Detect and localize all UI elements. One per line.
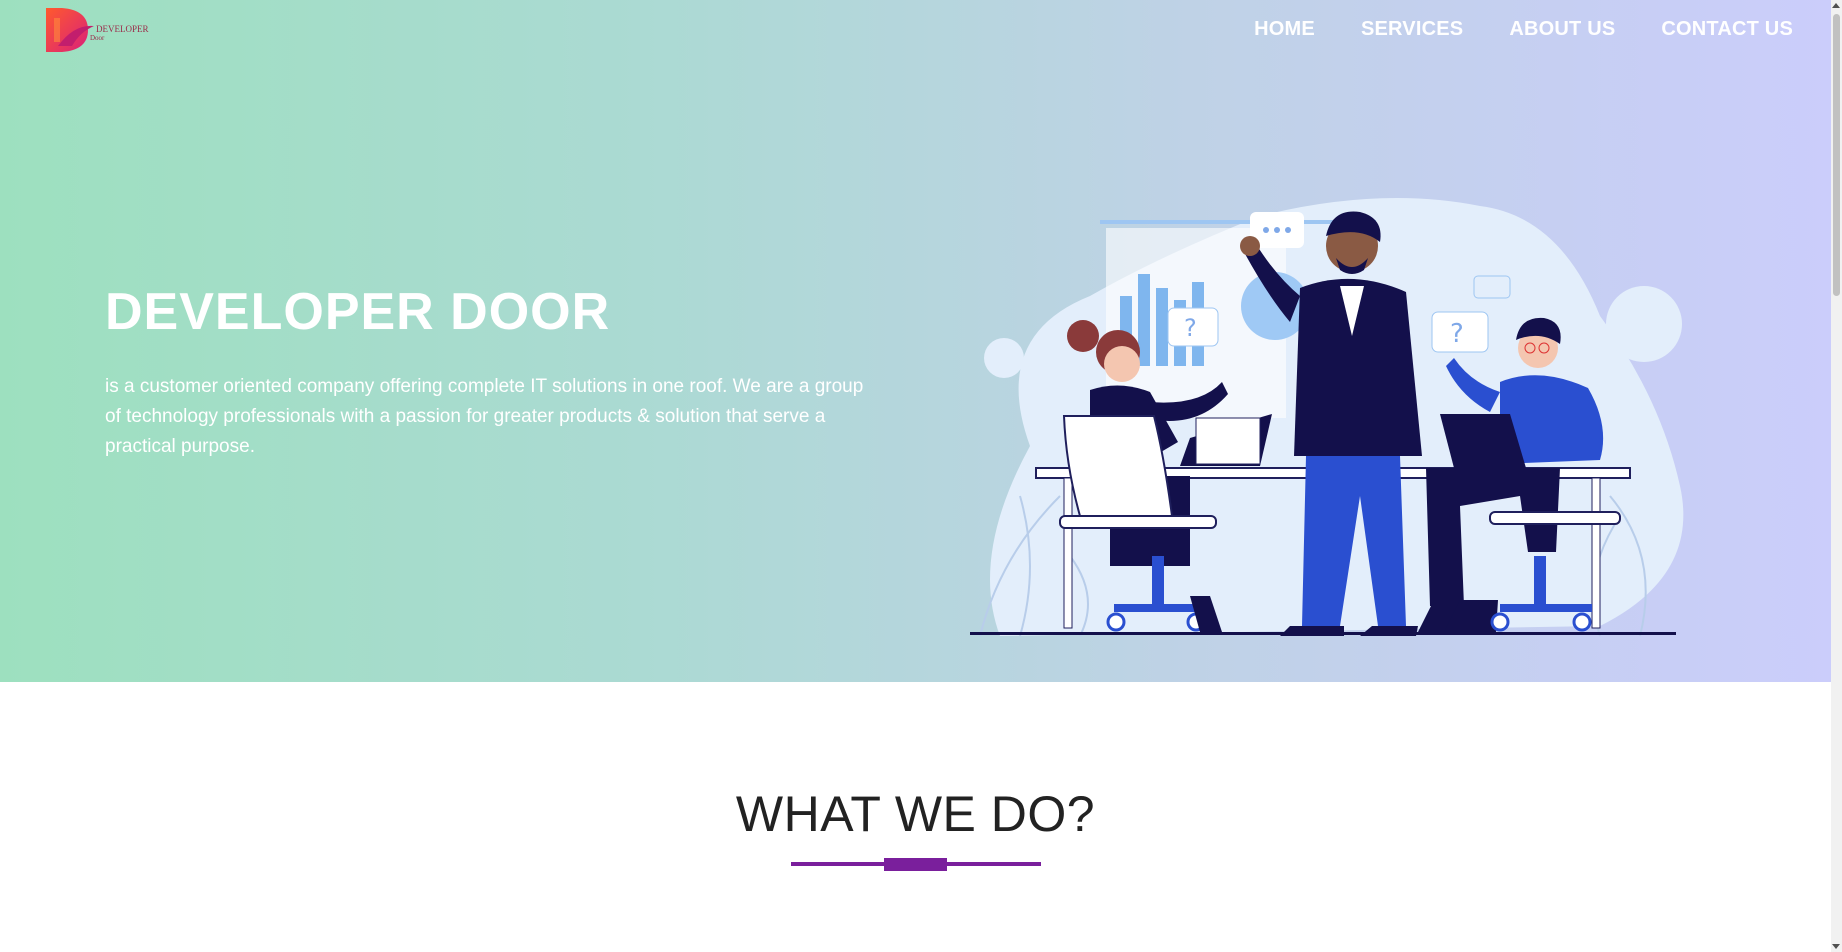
svg-text:?: ? [1450,319,1464,349]
team-meeting-illustration-icon: ? ? [970,198,1684,637]
nav-home[interactable]: HOME [1254,18,1315,41]
hero-description: is a customer oriented company offering … [105,376,864,457]
logo-line1: DEVELOPER [96,24,149,34]
hero-title: DEVELOPER DOOR [105,283,611,341]
hero-section: DEVELOPER Door HOME SERVICES ABOUT US CO… [0,0,1831,682]
nav-services[interactable]: SERVICES [1361,18,1463,41]
nav-about-us[interactable]: ABOUT US [1509,18,1615,41]
section-title-underline-accent [884,858,947,871]
scroll-down-icon[interactable] [1832,944,1840,949]
page-scrollbar[interactable] [1831,0,1842,952]
scroll-thumb[interactable] [1833,14,1840,296]
logo-line2: Door [90,34,105,42]
section-title: WHAT WE DO? [735,786,1096,842]
nav-contact-us[interactable]: CONTACT US [1661,18,1793,41]
scroll-up-icon[interactable] [1832,3,1840,8]
main-nav: HOME SERVICES ABOUT US CONTACT US [1254,18,1793,41]
svg-text:?: ? [1184,314,1197,342]
